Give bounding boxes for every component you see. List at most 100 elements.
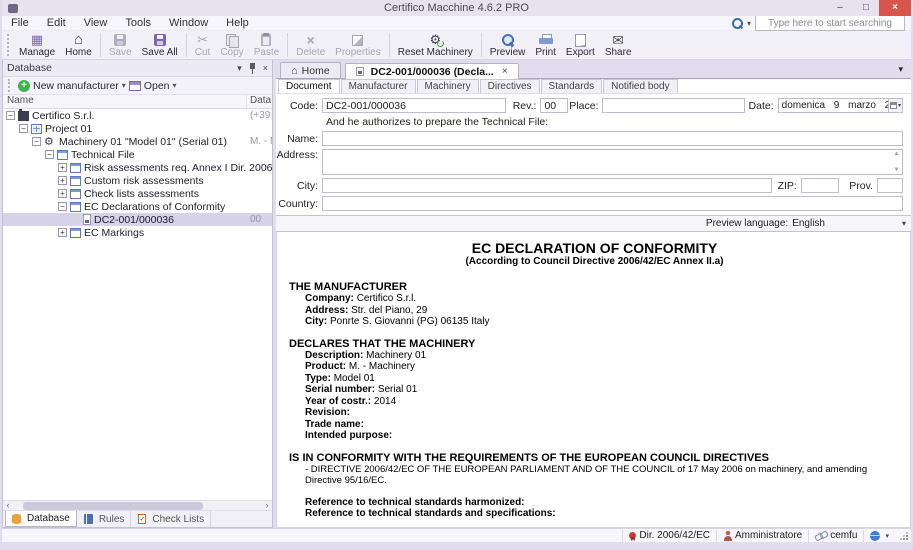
scrollbar-thumb[interactable]	[23, 502, 203, 510]
subtab-manufacturer[interactable]: Manufacturer	[341, 79, 416, 93]
menu-edit[interactable]: Edit	[38, 17, 75, 29]
print-button[interactable]: Print	[530, 31, 561, 59]
tree-item-check-lists[interactable]: + Check lists assessments	[3, 187, 272, 200]
pin-icon[interactable]	[248, 63, 257, 74]
close-button[interactable]: ×	[879, 0, 911, 16]
properties-button[interactable]: Properties	[330, 31, 386, 59]
expander-icon[interactable]: +	[58, 189, 67, 198]
new-manufacturer-dropdown-icon[interactable]: ▾	[122, 81, 126, 90]
language-dropdown-icon[interactable]: ▾	[902, 219, 906, 228]
menu-tools[interactable]: Tools	[116, 17, 160, 29]
name-label: Name:	[276, 133, 322, 145]
export-button[interactable]: → Export	[561, 31, 600, 59]
expander-icon[interactable]: +	[58, 228, 67, 237]
date-field[interactable]: domenica 9 marzo 2014	[778, 98, 889, 113]
menu-help[interactable]: Help	[217, 17, 258, 29]
code-field[interactable]	[322, 98, 506, 113]
expander-icon[interactable]: −	[19, 124, 28, 133]
save-button[interactable]: Save	[104, 31, 137, 59]
expander-icon[interactable]: +	[58, 176, 67, 185]
subtab-standards[interactable]: Standards	[541, 79, 603, 93]
expander-icon[interactable]: −	[32, 137, 41, 146]
calendar-button[interactable]: ▾	[889, 98, 903, 113]
save-all-button[interactable]: Save All	[137, 31, 183, 59]
cut-button[interactable]: ✂ Cut	[190, 31, 216, 59]
place-field[interactable]	[602, 98, 745, 113]
name-field[interactable]	[322, 131, 903, 146]
copy-button[interactable]: Copy	[215, 31, 248, 59]
search-input[interactable]	[755, 15, 905, 31]
status-connection[interactable]: cemfu	[808, 530, 863, 542]
name-column-header[interactable]: Name	[3, 95, 247, 108]
tablist-dropdown-icon[interactable]: ▾	[898, 64, 903, 75]
scroll-down-icon[interactable]: ▼	[894, 167, 900, 173]
delete-button[interactable]: × Delete	[291, 31, 330, 59]
tree-item-machinery[interactable]: − ⚙ Machinery 01 "Model 01" (Serial 01) …	[3, 135, 272, 148]
minimize-button[interactable]: –	[827, 0, 853, 16]
tree-item-certifico[interactable]: − Certifico S.r.l. (+39 075 5	[3, 109, 272, 122]
document-subtabs: Document Manufacturer Machinery Directiv…	[276, 79, 911, 94]
address-field[interactable]	[323, 150, 902, 174]
expander-icon[interactable]: −	[6, 111, 15, 120]
status-directive[interactable]: Dir. 2006/42/EC	[622, 530, 716, 542]
home-button[interactable]: ⌂ Home	[60, 31, 97, 59]
tab-rules[interactable]: Rules	[78, 511, 132, 527]
menu-file[interactable]: File	[2, 17, 38, 29]
declaration-preview: EC DECLARATION OF CONFORMITY (According …	[276, 231, 911, 528]
prov-field[interactable]	[877, 178, 903, 193]
markings-icon	[70, 228, 81, 238]
subtab-directives[interactable]: Directives	[480, 79, 540, 93]
tab-check-lists[interactable]: ✓ Check Lists	[132, 511, 211, 527]
resize-grip[interactable]	[899, 531, 909, 541]
horizontal-scrollbar[interactable]: ‹ ›	[3, 500, 272, 510]
tab-home[interactable]: ⌂ Home	[280, 62, 341, 78]
address-scrollbar[interactable]: ▲▼	[892, 151, 901, 173]
search-icon[interactable]	[732, 18, 743, 29]
rev-field[interactable]	[540, 98, 568, 113]
subtab-document[interactable]: Document	[278, 79, 340, 93]
open-dropdown-icon[interactable]: ▾	[173, 81, 177, 90]
panel-close-icon[interactable]: ×	[263, 64, 268, 73]
city-field[interactable]	[322, 178, 772, 193]
maximize-button[interactable]: □	[853, 0, 879, 16]
preview-language-value[interactable]: English	[792, 218, 825, 229]
scroll-up-icon[interactable]: ▲	[894, 151, 900, 157]
tab-dc2-document[interactable]: DC2-001/000036 (Decla... ×	[345, 63, 519, 79]
expander-icon[interactable]: −	[45, 150, 54, 159]
tree-item-ec-markings[interactable]: + EC Markings	[3, 226, 272, 239]
tree-item-risk-assessments[interactable]: + Risk assessments req. Annex I Dir. 200…	[3, 161, 272, 174]
expander-icon[interactable]: +	[58, 163, 67, 172]
tree-item-ec-declarations[interactable]: − EC Declarations of Conformity	[3, 200, 272, 213]
print-icon	[539, 34, 553, 46]
tab-close-icon[interactable]: ×	[502, 66, 508, 77]
tree-item-custom-risk[interactable]: + Custom risk assessments	[3, 174, 272, 187]
scroll-right-icon[interactable]: ›	[262, 501, 272, 510]
tab-database[interactable]: Database	[5, 511, 77, 527]
reset-machinery-button[interactable]: ⚙ Reset Machinery	[393, 31, 478, 59]
zip-field[interactable]	[801, 178, 839, 193]
open-button[interactable]: Open	[144, 80, 170, 92]
preview-button[interactable]: Preview	[485, 31, 531, 59]
tree-item-dc2-declaration[interactable]: DC2-001/000036 00	[3, 213, 272, 226]
manage-button[interactable]: ▦ Manage	[14, 31, 60, 59]
panel-menu-icon[interactable]: ▾	[237, 64, 242, 73]
country-field[interactable]	[322, 196, 903, 211]
search-dropdown-icon[interactable]: ▾	[747, 19, 751, 28]
status-language[interactable]: ▾	[863, 530, 895, 542]
scrollbar-track[interactable]	[13, 502, 262, 510]
share-button[interactable]: ✉ Share	[600, 31, 637, 59]
new-manufacturer-button[interactable]: New manufacturer	[33, 80, 119, 92]
subtab-notified-body[interactable]: Notified body	[603, 79, 677, 93]
tree-item-project[interactable]: − Project 01	[3, 122, 272, 135]
data-column-header[interactable]: Data	[247, 95, 272, 108]
expander-icon[interactable]: −	[58, 202, 67, 211]
status-user[interactable]: Amministratore	[716, 530, 808, 542]
database-panel-header: Database ▾ ×	[3, 60, 272, 77]
scroll-left-icon[interactable]: ‹	[3, 501, 13, 510]
export-icon: →	[575, 34, 586, 47]
menu-window[interactable]: Window	[160, 17, 217, 29]
menu-view[interactable]: View	[75, 17, 117, 29]
paste-button[interactable]: Paste	[249, 31, 285, 59]
tree-item-technical-file[interactable]: − Technical File	[3, 148, 272, 161]
subtab-machinery[interactable]: Machinery	[417, 79, 479, 93]
